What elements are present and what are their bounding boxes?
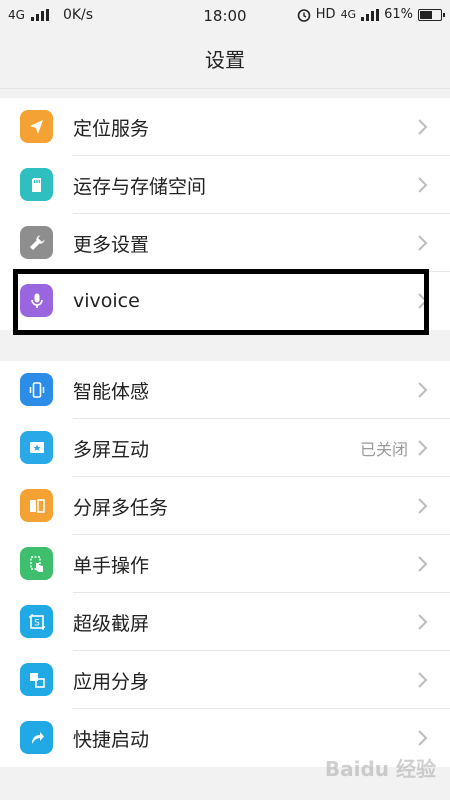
chevron-right-icon bbox=[418, 177, 428, 193]
battery-fill bbox=[420, 10, 432, 19]
settings-item-label: 超级截屏 bbox=[73, 612, 150, 635]
sd-card-icon bbox=[20, 168, 53, 201]
settings-item-more-settings[interactable]: 更多设置 bbox=[0, 214, 450, 272]
settings-group-2: 智能体感 多屏互动 已关闭 分屏多任务 单手操作 S 超级截屏 应用分身 快捷启… bbox=[0, 361, 450, 767]
screen-cast-icon bbox=[20, 431, 53, 464]
settings-item-app-clone[interactable]: 应用分身 bbox=[0, 651, 450, 709]
watermark: Baidu 经验 bbox=[324, 757, 436, 781]
status-bar: 4G 0K/s 18:00 HD 4G 61% bbox=[0, 0, 450, 32]
battery-icon bbox=[418, 8, 445, 21]
app-clone-icon bbox=[20, 663, 53, 696]
settings-item-storage[interactable]: 运存与存储空间 bbox=[0, 156, 450, 214]
page-title: 设置 bbox=[0, 32, 450, 89]
settings-item-label: 快捷启动 bbox=[73, 728, 150, 751]
network-type-right: 4G bbox=[340, 8, 357, 21]
settings-item-label: 运存与存储空间 bbox=[73, 175, 207, 198]
chevron-right-icon bbox=[418, 556, 428, 572]
highlight-box bbox=[13, 269, 429, 335]
settings-item-split-screen[interactable]: 分屏多任务 bbox=[0, 477, 450, 535]
settings-item-smart-motion[interactable]: 智能体感 bbox=[0, 361, 450, 419]
screenshot-icon: S bbox=[20, 605, 53, 638]
chevron-right-icon bbox=[418, 235, 428, 251]
hd-label: HD bbox=[315, 7, 336, 22]
settings-item-multi-screen[interactable]: 多屏互动 已关闭 bbox=[0, 419, 450, 477]
wrench-icon bbox=[20, 226, 53, 259]
one-hand-icon bbox=[20, 547, 53, 580]
phone-vibrate-icon bbox=[20, 373, 53, 406]
settings-item-label: 多屏互动 bbox=[73, 438, 150, 461]
chevron-right-icon bbox=[418, 730, 428, 746]
settings-item-label: 应用分身 bbox=[73, 670, 150, 693]
signal-icon bbox=[361, 8, 380, 21]
settings-item-one-hand[interactable]: 单手操作 bbox=[0, 535, 450, 593]
settings-item-label: 单手操作 bbox=[73, 554, 150, 577]
quick-launch-icon bbox=[20, 721, 53, 754]
chevron-right-icon bbox=[418, 672, 428, 688]
location-icon bbox=[20, 110, 53, 143]
battery-percent: 61% bbox=[384, 7, 413, 22]
settings-item-label: 智能体感 bbox=[73, 380, 150, 403]
settings-item-label: 定位服务 bbox=[73, 117, 150, 140]
settings-item-location[interactable]: 定位服务 bbox=[0, 98, 450, 156]
settings-item-value: 已关闭 bbox=[359, 440, 408, 459]
chevron-right-icon bbox=[418, 440, 428, 456]
chevron-right-icon bbox=[418, 498, 428, 514]
settings-item-label: 分屏多任务 bbox=[73, 496, 169, 519]
chevron-right-icon bbox=[418, 614, 428, 630]
settings-item-label: 更多设置 bbox=[73, 233, 150, 256]
settings-item-super-screenshot[interactable]: S 超级截屏 bbox=[0, 593, 450, 651]
svg-text:S: S bbox=[34, 618, 40, 628]
alarm-icon bbox=[297, 8, 311, 22]
split-screen-icon bbox=[20, 489, 53, 522]
chevron-right-icon bbox=[418, 119, 428, 135]
chevron-right-icon bbox=[418, 382, 428, 398]
status-right: HD 4G 61% bbox=[297, 7, 445, 22]
